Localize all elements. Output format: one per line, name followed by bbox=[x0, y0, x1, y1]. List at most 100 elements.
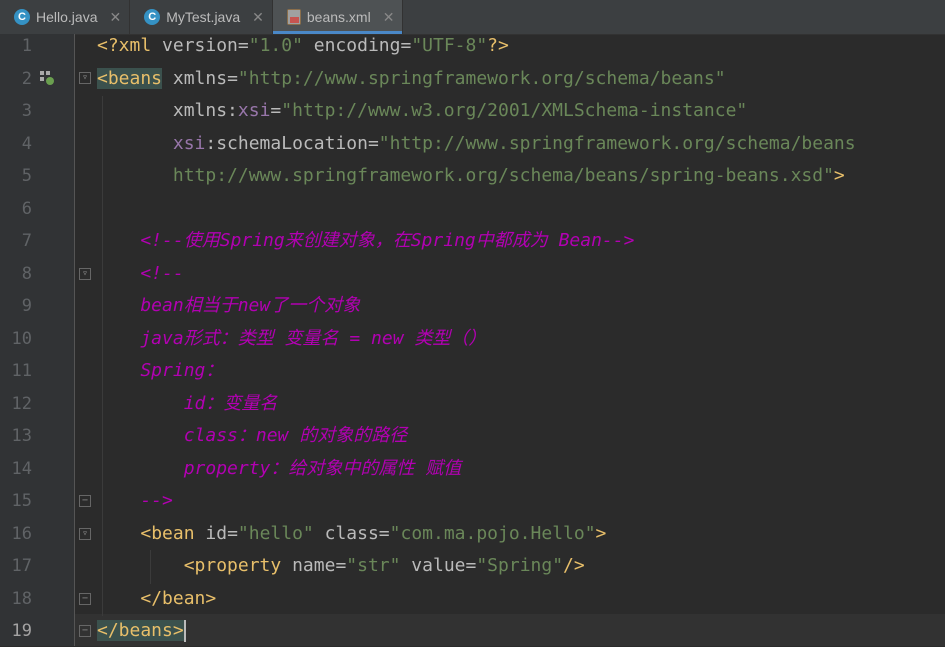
line-number: 3 bbox=[21, 101, 32, 121]
tab-hello-java[interactable]: C Hello.java ✕ bbox=[0, 0, 131, 34]
comment: java形式：类型 变量名 = new 类型（） bbox=[97, 328, 487, 349]
code-line-18[interactable]: </bean> bbox=[97, 583, 216, 615]
tag-close: > bbox=[833, 165, 845, 186]
code-line-3[interactable]: xmlns:xsi="http://www.w3.org/2001/XMLSch… bbox=[97, 95, 747, 127]
namespace: xsi bbox=[237, 100, 271, 121]
attr-name: value bbox=[400, 555, 466, 576]
line-number: 2 bbox=[21, 69, 32, 89]
line-number: 15 bbox=[11, 491, 32, 511]
comment: id：变量名 bbox=[97, 393, 278, 414]
attr-value: "UTF-8" bbox=[411, 35, 488, 56]
code-line-10[interactable]: java形式：类型 变量名 = new 类型（） bbox=[97, 323, 486, 355]
equals: = bbox=[270, 100, 282, 121]
code-line-15[interactable]: --> bbox=[97, 485, 173, 517]
fold-open-icon[interactable]: ▿ bbox=[79, 72, 91, 84]
fold-close-icon[interactable]: − bbox=[79, 593, 91, 605]
tag-open: <property bbox=[183, 555, 282, 576]
tag-open: <beans bbox=[97, 68, 163, 89]
comment: property：给对象中的属性 赋值 bbox=[97, 458, 462, 479]
code-line-12[interactable]: id：变量名 bbox=[97, 388, 278, 420]
line-number: 16 bbox=[11, 524, 32, 544]
attr-value: "str" bbox=[346, 555, 401, 576]
spring-bean-marker-icon[interactable] bbox=[40, 70, 54, 85]
text-cursor bbox=[183, 620, 186, 642]
equals: = bbox=[227, 68, 238, 89]
tag-close: /> bbox=[563, 555, 585, 576]
code-line-4[interactable]: xsi:schemaLocation="http://www.springfra… bbox=[97, 128, 856, 160]
close-icon[interactable]: ✕ bbox=[252, 9, 264, 26]
close-icon[interactable]: ✕ bbox=[383, 9, 395, 26]
attr-value: "http://www.w3.org/2001/XMLSchema-instan… bbox=[281, 100, 748, 121]
attr-name: xmlns: bbox=[172, 100, 238, 121]
line-number: 11 bbox=[11, 361, 32, 381]
comment: --> bbox=[97, 490, 173, 511]
current-line-highlight bbox=[75, 614, 945, 646]
equals: = bbox=[378, 523, 390, 544]
line-number: 14 bbox=[11, 459, 32, 479]
code-line-19[interactable]: </beans> bbox=[97, 615, 186, 647]
tab-beans-xml[interactable]: beans.xml ✕ bbox=[272, 0, 404, 34]
attr-value: "Spring" bbox=[476, 555, 564, 576]
xml-decl: <?xml bbox=[97, 35, 163, 56]
code-line-17[interactable]: <property name="str" value="Spring"/> bbox=[97, 550, 585, 582]
java-class-icon: C bbox=[144, 9, 161, 25]
code-line-5[interactable]: http://www.springframework.org/schema/be… bbox=[97, 160, 845, 192]
code-line-8[interactable]: <!-- bbox=[97, 258, 184, 290]
tab-mytest-java[interactable]: C MyTest.java ✕ bbox=[130, 0, 273, 34]
line-number: 1 bbox=[21, 36, 32, 56]
fold-close-icon[interactable]: − bbox=[79, 495, 91, 507]
code-line-7[interactable]: <!--使用Spring来创建对象，在Spring中都成为 Bean--> bbox=[97, 225, 634, 257]
line-number: 8 bbox=[21, 264, 32, 284]
attr-value: "hello" bbox=[237, 523, 314, 544]
code-line-2[interactable]: <beans xmlns="http://www.springframework… bbox=[97, 63, 726, 95]
namespace: xsi bbox=[172, 133, 206, 154]
code-line-13[interactable]: class：new 的对象的路径 bbox=[97, 420, 408, 452]
equals: = bbox=[237, 35, 249, 56]
attr-name: xmlns bbox=[162, 68, 228, 89]
line-number: 6 bbox=[21, 199, 32, 219]
attr-value: "http://www.springframework.org/schema/b… bbox=[237, 68, 726, 89]
attr-name: id bbox=[194, 523, 228, 544]
tag-close: > bbox=[595, 523, 607, 544]
fold-open-icon[interactable]: ▿ bbox=[79, 268, 91, 280]
line-number: 17 bbox=[11, 556, 32, 576]
close-icon[interactable]: ✕ bbox=[109, 9, 121, 26]
code-line-9[interactable]: bean相当于new了一个对象 bbox=[97, 290, 360, 322]
tag-open: <bean bbox=[140, 523, 195, 544]
attr-value: http://www.springframework.org/schema/be… bbox=[172, 165, 834, 186]
fold-open-icon[interactable]: ▿ bbox=[79, 528, 91, 540]
line-number: 13 bbox=[11, 426, 32, 446]
equals: = bbox=[227, 523, 238, 544]
code-line-16[interactable]: <bean id="hello" class="com.ma.pojo.Hell… bbox=[97, 518, 606, 550]
attr-name: name bbox=[281, 555, 336, 576]
attr-name: class bbox=[313, 523, 379, 544]
line-number: 5 bbox=[21, 166, 32, 186]
attr-value: "1.0" bbox=[248, 35, 303, 56]
attr-value: "com.ma.pojo.Hello" bbox=[389, 523, 596, 544]
attr-value: "http://www.springframework.org/schema/b… bbox=[378, 133, 856, 154]
xml-file-icon bbox=[286, 9, 301, 25]
code-line-1[interactable]: <?xml version="1.0" encoding="UTF-8"?> bbox=[97, 30, 509, 62]
code-line-11[interactable]: Spring： bbox=[97, 355, 223, 387]
tag-close: </beans> bbox=[97, 620, 184, 641]
tab-label: Hello.java bbox=[36, 9, 98, 25]
equals: = bbox=[400, 35, 412, 56]
comment: <!-- bbox=[97, 263, 184, 284]
line-number: 9 bbox=[21, 296, 32, 316]
equals: = bbox=[335, 555, 347, 576]
attr-name: version bbox=[162, 35, 238, 56]
line-number: 18 bbox=[11, 589, 32, 609]
line-number: 4 bbox=[21, 134, 32, 154]
tab-label: beans.xml bbox=[306, 9, 371, 25]
code-line-14[interactable]: property：给对象中的属性 赋值 bbox=[97, 453, 462, 485]
fold-close-icon[interactable]: − bbox=[79, 625, 91, 637]
comment: <!--使用Spring来创建对象，在Spring中都成为 Bean--> bbox=[97, 230, 635, 251]
equals: = bbox=[367, 133, 379, 154]
java-class-icon: C bbox=[14, 9, 30, 25]
